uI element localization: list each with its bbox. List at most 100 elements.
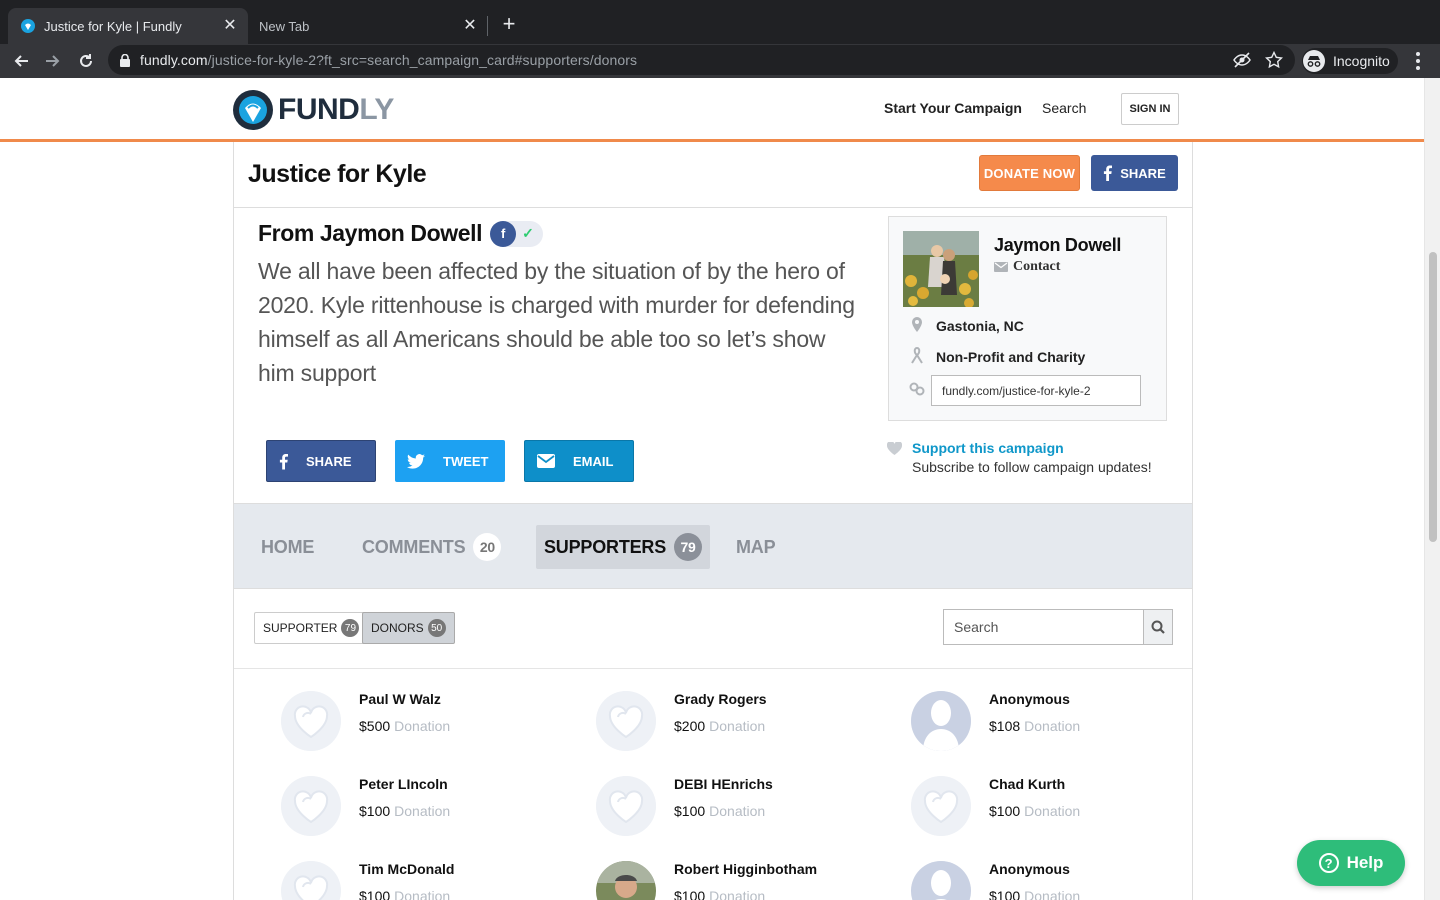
donor-amount: $100 Donation — [674, 803, 765, 819]
bookmark-star-icon[interactable] — [1264, 50, 1284, 74]
donor-item[interactable]: Peter LIncoln $100 Donation — [281, 776, 581, 846]
donation-label: Donation — [709, 888, 766, 900]
organizer-heading: From Jaymon Dowell — [258, 220, 483, 246]
search-link[interactable]: Search — [1042, 100, 1086, 116]
donor-item[interactable]: Chad Kurth $100 Donation — [911, 776, 1211, 846]
facebook-icon — [279, 453, 288, 469]
heart-avatar-icon — [281, 691, 341, 751]
anonymous-avatar-icon — [911, 861, 971, 900]
facebook-share-button[interactable]: SHARE — [1091, 155, 1178, 191]
donor-amount: $100 Donation — [674, 888, 765, 900]
campaign-url-field[interactable]: fundly.com/justice-for-kyle-2 — [931, 375, 1141, 406]
support-campaign-link[interactable]: Support this campaign — [912, 440, 1064, 456]
site-header: FUNDLY Start Your Campaign Search SIGN I… — [0, 78, 1424, 142]
donor-item[interactable]: Anonymous $108 Donation — [911, 691, 1211, 761]
fundly-favicon-icon — [20, 18, 36, 34]
browser-tab-active[interactable]: Justice for Kyle | Fundly ✕ — [8, 8, 248, 44]
donation-amount: $108 — [989, 718, 1021, 734]
tab-map[interactable]: MAP — [736, 525, 776, 569]
envelope-icon — [994, 262, 1008, 272]
address-bar[interactable]: fundly.com/justice-for-kyle-2?ft_src=sea… — [108, 45, 1295, 75]
donor-avatar-photo — [596, 861, 656, 900]
close-tab-icon[interactable]: ✕ — [222, 18, 238, 34]
sign-in-button[interactable]: SIGN IN — [1121, 93, 1179, 125]
email-share-button[interactable]: EMAIL — [524, 440, 634, 482]
donation-amount: $500 — [359, 718, 391, 734]
tweet-button[interactable]: TWEET — [395, 440, 505, 482]
donation-amount: $100 — [359, 803, 391, 819]
category-row: Non-Profit and Charity — [907, 346, 1085, 367]
donor-name: Paul W Walz — [359, 691, 441, 707]
comments-count-badge: 20 — [473, 533, 502, 561]
incognito-badge[interactable]: Incognito — [1302, 48, 1398, 74]
fundly-logo[interactable]: FUNDLY — [232, 89, 394, 131]
tab-comments-label: COMMENTS — [362, 536, 466, 557]
scrollbar-thumb[interactable] — [1429, 252, 1437, 542]
donor-amount: $100 Donation — [989, 888, 1080, 900]
supporter-search-input[interactable]: Search — [943, 609, 1144, 645]
donor-name: Tim McDonald — [359, 861, 455, 877]
donor-amount: $100 Donation — [989, 803, 1080, 819]
page-scrollbar[interactable] — [1424, 78, 1440, 900]
tab-home[interactable]: HOME — [261, 525, 314, 569]
donor-amount: $108 Donation — [989, 718, 1080, 734]
organizer-line: From Jaymon Dowell f ✓ — [258, 220, 544, 247]
donor-item[interactable]: Grady Rogers $200 Donation — [596, 691, 896, 761]
donor-name: Anonymous — [989, 691, 1070, 707]
link-row-icon-wrap — [907, 381, 927, 400]
facebook-verified-badge: f ✓ — [490, 220, 544, 247]
donor-name: Grady Rogers — [674, 691, 767, 707]
eye-off-icon[interactable] — [1233, 51, 1251, 74]
donors-filter-button[interactable]: DONORS 50 — [362, 612, 455, 644]
donor-item[interactable]: Anonymous $100 Donation — [911, 861, 1211, 900]
contact-link[interactable]: Contact — [994, 259, 1060, 275]
donation-label: Donation — [709, 803, 766, 819]
forward-icon[interactable] — [40, 48, 66, 74]
donor-item[interactable]: Tim McDonald $100 Donation — [281, 861, 581, 900]
browser-toolbar: fundly.com/justice-for-kyle-2?ft_src=sea… — [0, 44, 1440, 78]
heart-avatar-icon — [596, 691, 656, 751]
browser-tab-inactive[interactable]: New Tab ✕ — [248, 8, 488, 44]
new-tab-icon[interactable]: + — [496, 12, 522, 38]
campaign-title-bar: Justice for Kyle DONATE NOW SHARE — [234, 142, 1192, 208]
heart-icon — [886, 441, 903, 460]
tab-title: New Tab — [259, 18, 310, 34]
map-pin-icon — [907, 317, 927, 335]
close-tab-icon[interactable]: ✕ — [462, 18, 478, 34]
donor-amount: $100 Donation — [359, 803, 450, 819]
share-facebook-button[interactable]: SHARE — [266, 440, 376, 482]
donor-amount: $200 Donation — [674, 718, 765, 734]
donor-name: Anonymous — [989, 861, 1070, 877]
donor-name: Peter LIncoln — [359, 776, 448, 792]
page-viewport: FUNDLY Start Your Campaign Search SIGN I… — [0, 78, 1440, 900]
search-button[interactable] — [1143, 609, 1173, 645]
start-campaign-link[interactable]: Start Your Campaign — [884, 100, 1022, 116]
donor-item[interactable]: DEBI HEnrichs $100 Donation — [596, 776, 896, 846]
heart-avatar-icon — [281, 776, 341, 836]
donor-item[interactable]: Paul W Walz $500 Donation — [281, 691, 581, 761]
lock-icon[interactable] — [120, 53, 130, 67]
twitter-icon — [407, 453, 425, 469]
heart-avatar-icon — [911, 776, 971, 836]
tab-home-label: HOME — [261, 536, 315, 557]
facebook-icon: f — [490, 220, 517, 247]
share-label: SHARE — [1120, 165, 1166, 181]
back-icon[interactable] — [8, 48, 34, 74]
donor-name: Robert Higginbotham — [674, 861, 818, 877]
reload-icon[interactable] — [73, 48, 99, 74]
donor-item[interactable]: Robert Higginbotham $100 Donation — [596, 861, 896, 900]
supporter-filter-button[interactable]: SUPPORTER 79 — [254, 612, 369, 644]
organizer-name: Jaymon Dowell — [994, 235, 1122, 255]
incognito-icon — [1303, 50, 1325, 72]
tab-comments[interactable]: COMMENTS 20 — [362, 525, 502, 569]
help-button[interactable]: ? Help — [1297, 840, 1405, 886]
donors-filter-label: DONORS — [371, 621, 424, 635]
supporter-filter-label: SUPPORTER — [263, 621, 338, 635]
anonymous-avatar-icon — [911, 691, 971, 751]
tab-supporters[interactable]: SUPPORTERS 79 — [536, 525, 711, 569]
donate-now-button[interactable]: DONATE NOW — [979, 155, 1080, 191]
browser-menu-icon[interactable] — [1408, 48, 1428, 74]
organizer-avatar[interactable] — [903, 231, 979, 307]
heart-avatar-icon — [596, 776, 656, 836]
donation-label: Donation — [1024, 888, 1081, 900]
